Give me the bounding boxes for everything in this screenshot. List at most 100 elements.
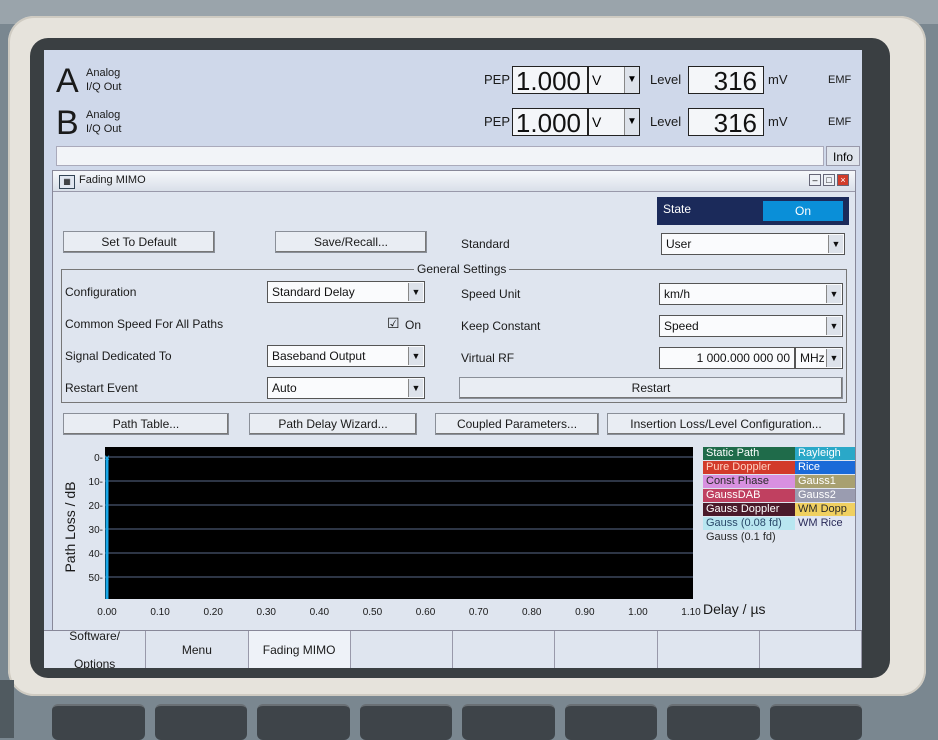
hardware-softkey[interactable] <box>564 704 657 740</box>
plot-background <box>105 447 693 599</box>
maximize-icon[interactable]: □ <box>823 174 835 186</box>
bottom-menu-tab[interactable] <box>555 631 658 668</box>
virtual-rf-value[interactable]: 1 000.000 000 00 <box>659 347 795 369</box>
bottom-menu-tab[interactable] <box>760 631 862 668</box>
configuration-select[interactable]: Standard Delay ▼ <box>267 281 425 303</box>
channel-b-level-value[interactable]: 316 <box>688 108 764 137</box>
save-recall-button[interactable]: Save/Recall... <box>275 231 427 253</box>
restart-event-select[interactable]: Auto ▼ <box>267 377 425 399</box>
dialog-title: Fading MIMO <box>79 174 146 186</box>
y-axis-label: Path Loss / dB <box>62 481 78 572</box>
legend-entry: GaussDAB <box>703 489 795 502</box>
standard-label: Standard <box>461 237 510 251</box>
channel-a-level-value[interactable]: 316 <box>688 66 764 95</box>
chevron-down-icon: ▼ <box>408 347 423 365</box>
channel-b-level-unit: mV <box>768 114 788 129</box>
channel-a-pep-label: PEP <box>484 72 511 87</box>
y-tick-label: 10- <box>89 477 103 488</box>
channel-a-desc-2: I/Q Out <box>86 81 122 93</box>
configuration-value: Standard Delay <box>272 285 355 299</box>
left-hardware-edge <box>0 680 14 738</box>
bottom-menu-tab[interactable] <box>658 631 760 668</box>
bottom-menu-tab[interactable] <box>351 631 453 668</box>
channel-a-desc: Analog I/Q Out <box>86 66 121 94</box>
hardware-softkey[interactable] <box>154 704 247 740</box>
channel-a-desc-1: Analog <box>86 67 121 79</box>
bottom-menu-tab[interactable]: Menu <box>146 631 249 668</box>
y-tick-label: 50- <box>89 573 103 584</box>
set-to-default-button[interactable]: Set To Default <box>63 231 215 253</box>
legend-entry: Rice <box>795 461 855 474</box>
channel-a-pep-value[interactable]: 1.000 <box>512 66 588 95</box>
bottom-menu-tab-label: Software/ <box>69 629 120 643</box>
hardware-softkey[interactable] <box>257 704 350 740</box>
channel-a-level-label: Level <box>650 72 682 87</box>
hardware-softkey[interactable] <box>52 704 145 740</box>
channel-a-letter: A <box>56 62 79 100</box>
restart-button[interactable]: Restart <box>459 377 843 399</box>
x-tick-label: 0.20 <box>203 607 223 618</box>
path-loss-plot: 0- 10- 20- 30- 40- 50- 0.00 0.10 0.20 0.30 0.40 0.5… <box>61 443 855 623</box>
instrument-screen: A Analog I/Q Out PEP 1.000 V ▼ Level 316 m… <box>44 50 862 668</box>
channel-a-level-unit: mV <box>768 72 788 87</box>
hardware-softkeys <box>52 704 862 740</box>
channel-b-desc-1: Analog <box>86 109 121 121</box>
chevron-down-icon: ▼ <box>826 285 841 303</box>
bottom-menu-tab-label: Options <box>73 657 116 668</box>
channel-b-pep-value[interactable]: 1.000 <box>512 108 588 137</box>
info-line[interactable] <box>56 146 824 166</box>
keep-constant-label: Keep Constant <box>461 319 541 333</box>
dialog-window-icon: ▦ <box>59 175 75 189</box>
common-speed-checkbox[interactable]: ☑ <box>387 315 400 332</box>
path-delay-wizard-button[interactable]: Path Delay Wizard... <box>249 413 417 435</box>
close-icon[interactable]: × <box>837 174 849 186</box>
legend-entry: Rayleigh <box>795 447 855 460</box>
y-tick-label: 20- <box>89 501 103 512</box>
path-loss-chart: 0- 10- 20- 30- 40- 50- 0.00 0.10 0.20 0.30 0.40 0.5… <box>62 447 701 618</box>
legend-entry: Gauss2 <box>795 489 855 502</box>
path-table-button[interactable]: Path Table... <box>63 413 229 435</box>
speed-unit-select[interactable]: km/h ▼ <box>659 283 843 305</box>
hardware-softkey[interactable] <box>667 704 760 740</box>
x-tick-label: 0.10 <box>150 607 170 618</box>
coupled-parameters-button[interactable]: Coupled Parameters... <box>435 413 599 435</box>
bottom-menu-tab[interactable]: Fading MIMO <box>248 631 351 668</box>
hardware-softkey[interactable] <box>769 704 862 740</box>
legend-entry: Gauss Doppler <box>703 503 795 516</box>
minimize-icon[interactable]: – <box>809 174 821 186</box>
keep-constant-select[interactable]: Speed ▼ <box>659 315 843 337</box>
x-tick-label: 0.40 <box>310 607 330 618</box>
chevron-down-icon: ▼ <box>624 109 639 135</box>
dialog-titlebar[interactable]: ▦ Fading MIMO – □ × <box>53 171 855 192</box>
standard-select[interactable]: User ▼ <box>661 233 845 255</box>
common-speed-label: Common Speed For All Paths <box>65 317 224 331</box>
insertion-loss-button[interactable]: Insertion Loss/Level Configuration... <box>607 413 845 435</box>
bottom-menu-tab[interactable]: Software/Options <box>44 629 147 668</box>
legend-entry: Gauss1 <box>795 475 855 488</box>
legend-entry: WM Rice <box>795 517 855 530</box>
info-button[interactable]: Info <box>826 146 860 166</box>
x-tick-label: 0.70 <box>469 607 489 618</box>
legend-entry: Const Phase <box>703 475 795 488</box>
chevron-down-icon: ▼ <box>408 283 423 301</box>
channel-b-level-label: Level <box>650 114 682 129</box>
hardware-softkey[interactable] <box>462 704 555 740</box>
virtual-rf-unit-select[interactable]: MHz ▼ <box>795 347 843 369</box>
signal-dedicated-select[interactable]: Baseband Output ▼ <box>267 345 425 367</box>
channel-b-pep-unit-select[interactable]: V ▼ <box>588 108 640 136</box>
state-label: State <box>663 202 692 216</box>
chevron-down-icon: ▼ <box>408 379 423 397</box>
y-tick-label: 0- <box>94 453 103 464</box>
x-tick-label: 0.30 <box>257 607 277 618</box>
x-axis-label: Delay / µs <box>703 601 766 617</box>
signal-dedicated-value: Baseband Output <box>272 349 366 363</box>
hardware-softkey[interactable] <box>359 704 452 740</box>
channel-a-pep-unit-select[interactable]: V ▼ <box>588 66 640 94</box>
bottom-menu-tab[interactable] <box>453 631 556 668</box>
state-toggle[interactable]: On <box>763 201 843 221</box>
channel-a-emf: EMF <box>828 74 852 86</box>
chevron-down-icon: ▼ <box>828 235 843 253</box>
chevron-down-icon: ▼ <box>826 317 841 335</box>
virtual-rf-unit: MHz <box>800 351 825 365</box>
legend-entry: WM Dopp <box>795 503 855 516</box>
